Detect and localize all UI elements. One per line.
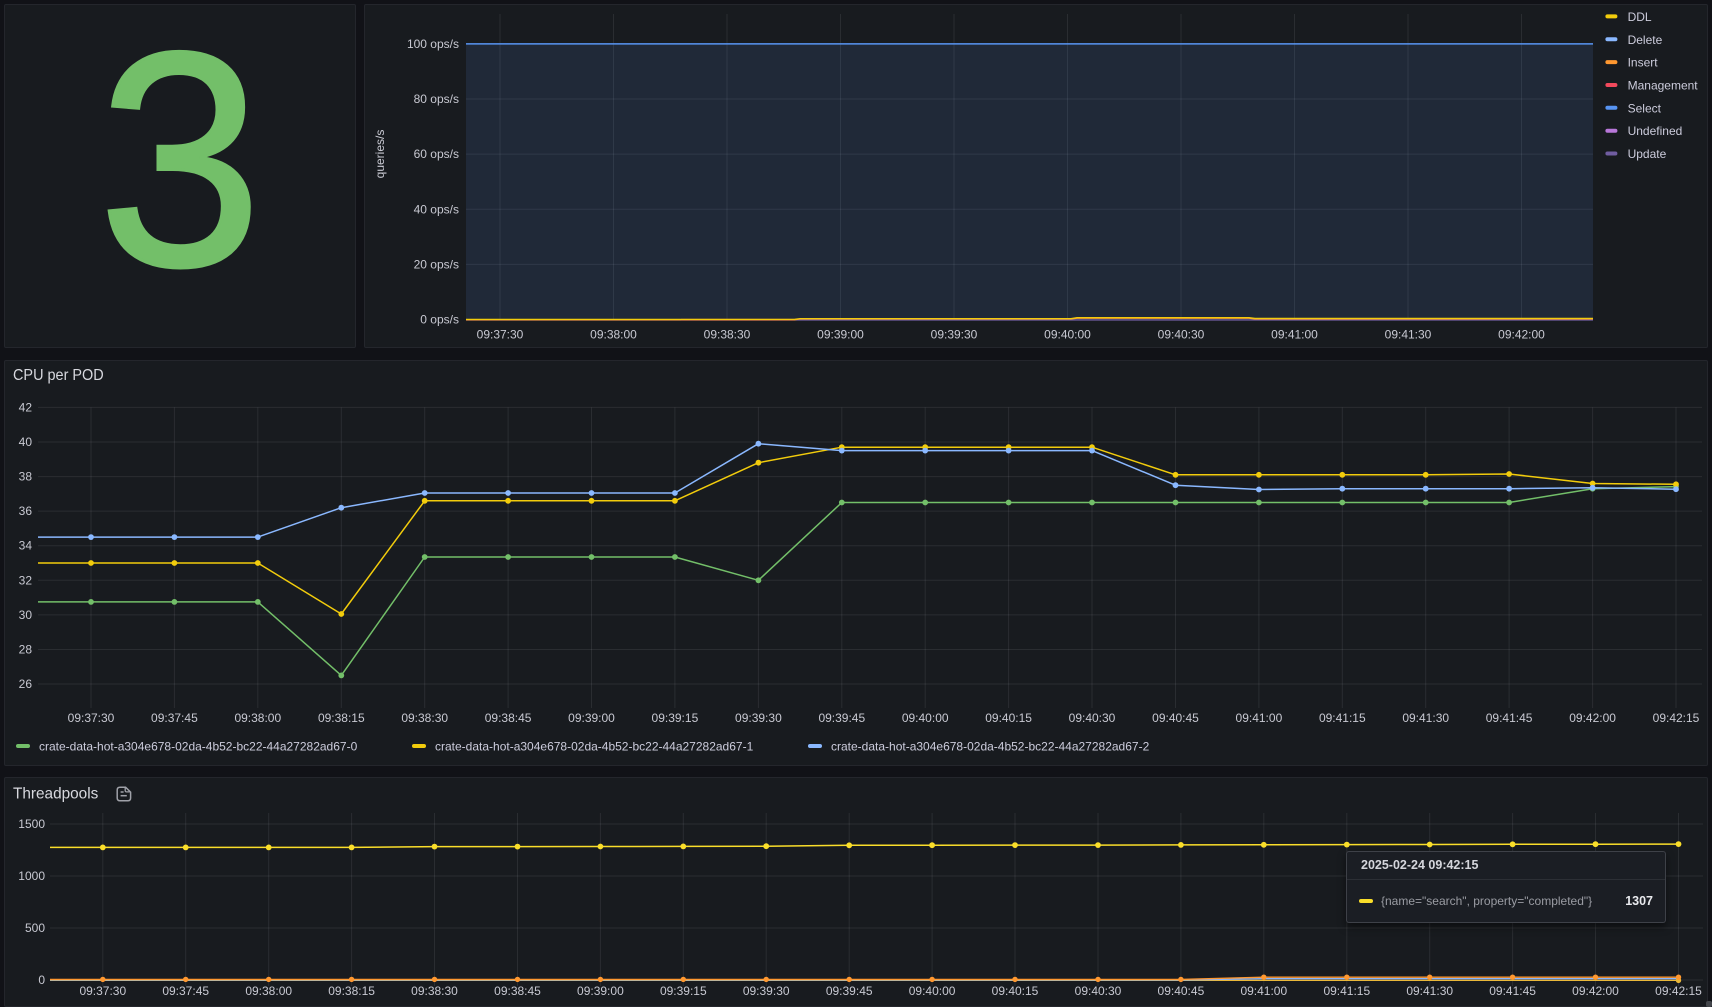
svg-text:09:38:00: 09:38:00 <box>245 984 292 998</box>
svg-text:36: 36 <box>19 504 33 518</box>
svg-text:40 ops/s: 40 ops/s <box>414 202 459 216</box>
svg-text:09:42:00: 09:42:00 <box>1569 711 1616 725</box>
svg-text:09:41:00: 09:41:00 <box>1271 328 1318 342</box>
svg-text:crate-data-hot-a304e678-02da-4: crate-data-hot-a304e678-02da-4b52-bc22-4… <box>39 740 358 754</box>
svg-text:09:42:15: 09:42:15 <box>1653 711 1700 725</box>
svg-text:28: 28 <box>19 643 33 657</box>
svg-text:26: 26 <box>19 677 33 691</box>
svg-text:09:37:30: 09:37:30 <box>68 711 115 725</box>
svg-text:1500: 1500 <box>18 817 45 831</box>
svg-text:09:38:45: 09:38:45 <box>494 984 541 998</box>
svg-text:09:39:15: 09:39:15 <box>652 711 699 725</box>
svg-text:09:38:30: 09:38:30 <box>411 984 458 998</box>
svg-text:CPU per POD: CPU per POD <box>13 367 104 384</box>
svg-text:09:38:30: 09:38:30 <box>704 328 751 342</box>
svg-text:09:41:45: 09:41:45 <box>1489 984 1536 998</box>
svg-text:09:39:00: 09:39:00 <box>577 984 624 998</box>
svg-text:09:40:30: 09:40:30 <box>1158 328 1205 342</box>
svg-text:500: 500 <box>25 921 45 935</box>
svg-text:09:39:15: 09:39:15 <box>660 984 707 998</box>
svg-text:09:41:30: 09:41:30 <box>1406 984 1453 998</box>
svg-text:09:40:30: 09:40:30 <box>1069 711 1116 725</box>
svg-text:09:39:00: 09:39:00 <box>817 328 864 342</box>
svg-text:09:40:15: 09:40:15 <box>985 711 1032 725</box>
svg-text:09:40:45: 09:40:45 <box>1158 984 1205 998</box>
svg-text:09:41:30: 09:41:30 <box>1402 711 1449 725</box>
svg-text:0: 0 <box>38 973 45 987</box>
svg-text:09:42:00: 09:42:00 <box>1572 984 1619 998</box>
svg-text:42: 42 <box>19 400 33 414</box>
svg-text:09:37:45: 09:37:45 <box>151 711 198 725</box>
svg-text:09:39:30: 09:39:30 <box>931 328 978 342</box>
svg-text:09:41:15: 09:41:15 <box>1323 984 1370 998</box>
svg-text:34: 34 <box>19 539 33 553</box>
svg-text:09:38:00: 09:38:00 <box>234 711 281 725</box>
svg-text:40: 40 <box>19 435 33 449</box>
svg-text:100 ops/s: 100 ops/s <box>407 37 459 51</box>
svg-text:32: 32 <box>19 573 33 587</box>
svg-text:09:40:30: 09:40:30 <box>1075 984 1122 998</box>
svg-text:09:38:30: 09:38:30 <box>401 711 448 725</box>
svg-text:09:41:45: 09:41:45 <box>1486 711 1533 725</box>
svg-text:1000: 1000 <box>18 869 45 883</box>
svg-text:09:37:45: 09:37:45 <box>162 984 209 998</box>
svg-text:Management: Management <box>1628 79 1699 93</box>
svg-text:09:38:15: 09:38:15 <box>328 984 375 998</box>
svg-text:09:40:00: 09:40:00 <box>1044 328 1091 342</box>
svg-text:09:40:45: 09:40:45 <box>1152 711 1199 725</box>
svg-text:09:39:45: 09:39:45 <box>818 711 865 725</box>
svg-text:30: 30 <box>19 608 33 622</box>
svg-text:38: 38 <box>19 470 33 484</box>
svg-text:09:38:00: 09:38:00 <box>590 328 637 342</box>
svg-text:crate-data-hot-a304e678-02da-4: crate-data-hot-a304e678-02da-4b52-bc22-4… <box>435 740 754 754</box>
svg-text:Insert: Insert <box>1628 56 1659 70</box>
svg-text:09:39:00: 09:39:00 <box>568 711 615 725</box>
svg-text:0 ops/s: 0 ops/s <box>420 313 459 327</box>
svg-text:09:39:45: 09:39:45 <box>826 984 873 998</box>
svg-text:queries/s: queries/s <box>373 130 387 179</box>
svg-text:09:40:00: 09:40:00 <box>902 711 949 725</box>
svg-text:DDL: DDL <box>1628 10 1652 24</box>
svg-text:60 ops/s: 60 ops/s <box>414 147 459 161</box>
svg-text:09:37:30: 09:37:30 <box>79 984 126 998</box>
svg-text:09:41:15: 09:41:15 <box>1319 711 1366 725</box>
svg-text:09:38:45: 09:38:45 <box>485 711 532 725</box>
svg-text:09:41:00: 09:41:00 <box>1236 711 1283 725</box>
svg-text:09:37:30: 09:37:30 <box>477 328 524 342</box>
svg-text:09:41:00: 09:41:00 <box>1240 984 1287 998</box>
svg-text:Delete: Delete <box>1628 33 1663 47</box>
svg-text:09:40:00: 09:40:00 <box>909 984 956 998</box>
svg-text:09:42:15: 09:42:15 <box>1655 984 1702 998</box>
svg-text:09:39:30: 09:39:30 <box>735 711 782 725</box>
svg-text:crate-data-hot-a304e678-02da-4: crate-data-hot-a304e678-02da-4b52-bc22-4… <box>831 740 1150 754</box>
svg-text:09:38:15: 09:38:15 <box>318 711 365 725</box>
svg-text:09:40:15: 09:40:15 <box>992 984 1039 998</box>
svg-text:Select: Select <box>1628 101 1662 115</box>
svg-text:20 ops/s: 20 ops/s <box>414 257 459 271</box>
svg-text:Threadpools: Threadpools <box>13 785 98 802</box>
svg-text:Update: Update <box>1628 147 1667 161</box>
svg-text:80 ops/s: 80 ops/s <box>414 92 459 106</box>
svg-text:09:41:30: 09:41:30 <box>1385 328 1432 342</box>
svg-text:09:39:30: 09:39:30 <box>743 984 790 998</box>
svg-text:09:42:00: 09:42:00 <box>1498 328 1545 342</box>
svg-text:Undefined: Undefined <box>1628 124 1683 138</box>
